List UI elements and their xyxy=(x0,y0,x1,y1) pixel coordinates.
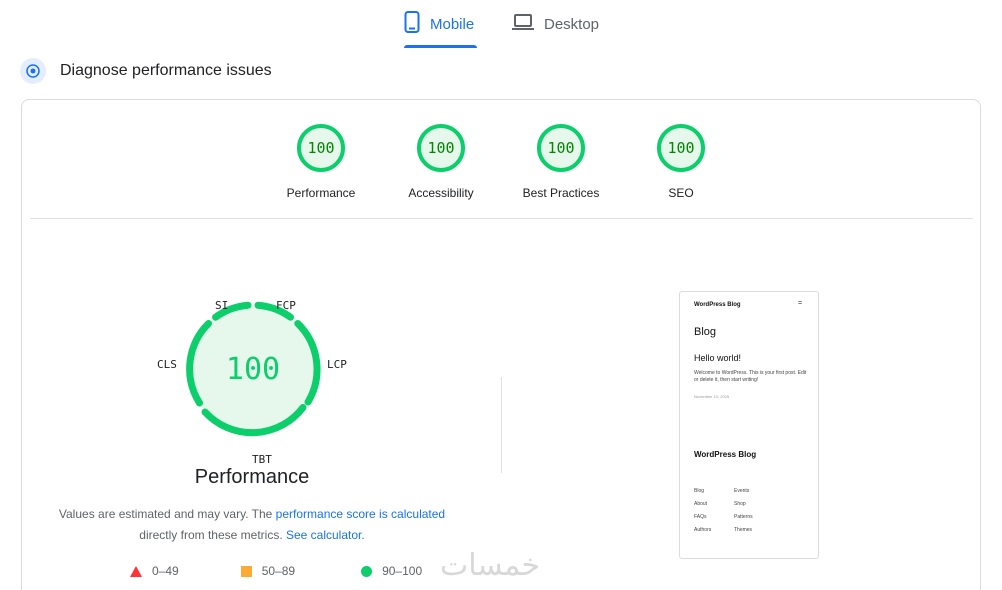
vertical-divider xyxy=(501,377,502,473)
legend-average: 50–89 xyxy=(240,564,296,578)
screenshot-menu-icon: = xyxy=(798,300,803,307)
category-gauges: 100 Performance 100 Accessibility 100 Be… xyxy=(22,100,980,218)
section-divider xyxy=(30,218,973,219)
gauge-seo[interactable]: 100 SEO xyxy=(621,124,741,200)
screenshot-link: Patterns xyxy=(734,514,753,520)
legend-pass-range: 90–100 xyxy=(382,564,423,578)
page-screenshot[interactable]: WordPress Blog = Blog Hello world! Welco… xyxy=(679,291,819,559)
tab-desktop[interactable]: Desktop xyxy=(512,0,599,48)
gauge-score: 100 xyxy=(537,124,585,172)
legend-pass: 90–100 xyxy=(361,564,422,578)
tab-mobile[interactable]: Mobile xyxy=(404,0,474,48)
see-calculator-link[interactable]: See calculator. xyxy=(286,528,365,542)
metric-label-lcp: LCP xyxy=(327,358,347,371)
performance-score: 100 xyxy=(225,351,281,387)
score-legend: 0–49 50–89 90–100 xyxy=(130,564,448,578)
screenshot-link: Themes xyxy=(734,527,753,533)
diagnose-target-icon xyxy=(20,58,46,84)
active-tab-indicator xyxy=(404,45,477,48)
gauge-label: Best Practices xyxy=(522,186,600,200)
gauge-accessibility[interactable]: 100 Accessibility xyxy=(381,124,501,200)
screenshot-post-title: Hello world! xyxy=(694,353,742,363)
legend-fail-range: 0–49 xyxy=(152,564,179,578)
performance-title: Performance xyxy=(194,466,310,488)
gauge-performance[interactable]: 100 Performance xyxy=(261,124,381,200)
legend-fail: 0–49 xyxy=(130,564,179,578)
performance-score-link[interactable]: performance score is calculated xyxy=(276,507,445,521)
gauge-label: Accessibility xyxy=(408,186,474,200)
tab-mobile-label: Mobile xyxy=(430,15,475,33)
gauge-label: Performance xyxy=(286,186,356,200)
triangle-icon xyxy=(130,565,142,577)
screenshot-footer-title: WordPress Blog xyxy=(694,450,757,459)
gauge-label: SEO xyxy=(668,186,694,200)
screenshot-link: Shop xyxy=(734,501,746,507)
circle-icon xyxy=(361,565,373,577)
tab-desktop-label: Desktop xyxy=(544,15,600,33)
legend-average-range: 50–89 xyxy=(261,564,296,578)
note-text-2: directly from these metrics. xyxy=(139,528,286,542)
laptop-icon xyxy=(512,13,534,35)
mobile-phone-icon xyxy=(404,11,420,37)
gauge-best-practices[interactable]: 100 Best Practices xyxy=(501,124,621,200)
gauge-score: 100 xyxy=(417,124,465,172)
diagnose-header: Diagnose performance issues xyxy=(20,58,272,84)
metric-label-cls: CLS xyxy=(157,358,177,371)
screenshot-links-col1: Blog About FAQs Authors xyxy=(694,485,711,537)
screenshot-date: November 10, 2025 xyxy=(694,394,730,399)
gauge-score: 100 xyxy=(297,124,345,172)
screenshot-site-title: WordPress Blog xyxy=(694,302,741,308)
watermark-logo: خمسات xyxy=(440,548,541,583)
screenshot-link: Events xyxy=(734,488,750,494)
screenshot-excerpt: Welcome to WordPress. This is your first… xyxy=(694,370,807,383)
screenshot-link: Authors xyxy=(694,527,712,533)
screenshot-link: About xyxy=(694,501,708,507)
diagnose-title: Diagnose performance issues xyxy=(60,62,272,79)
estimate-note: Values are estimated and may vary. The p… xyxy=(52,504,452,546)
device-tabs: Mobile Desktop xyxy=(0,0,1002,50)
square-icon xyxy=(240,565,252,577)
gauge-score: 100 xyxy=(657,124,705,172)
screenshot-link: FAQs xyxy=(694,514,707,520)
report-card: 100 Performance 100 Accessibility 100 Be… xyxy=(21,99,981,590)
screenshot-links-col2: Events Shop Patterns Themes xyxy=(734,485,753,537)
metric-label-fcp: FCP xyxy=(276,299,296,312)
note-text-1: Values are estimated and may vary. The xyxy=(58,507,276,521)
metric-label-si: SI xyxy=(215,299,229,312)
metric-label-tbt: TBT xyxy=(252,453,272,466)
screenshot-link: Blog xyxy=(694,488,705,494)
screenshot-page-title: Blog xyxy=(694,326,717,338)
